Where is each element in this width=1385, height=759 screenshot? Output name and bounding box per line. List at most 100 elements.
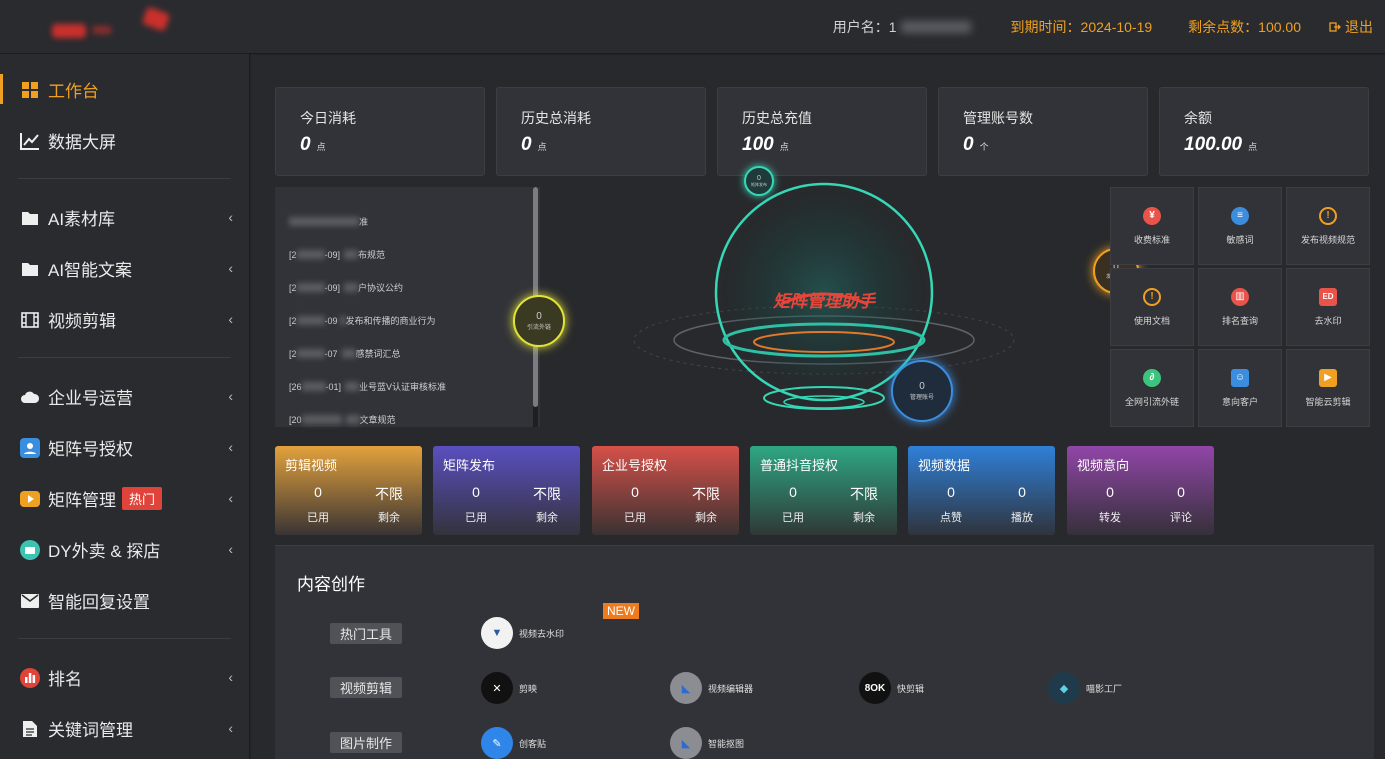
video-editor-icon: ◣	[670, 672, 702, 704]
sidebar-item-auto-reply[interactable]: 智能回复设置	[0, 575, 249, 626]
card-matrix-publish[interactable]: 矩阵发布 0 不限 已用 剩余	[433, 446, 580, 535]
rank-icon	[20, 667, 40, 688]
tag-video-editing: 视频剪辑	[330, 677, 402, 698]
notice-item[interactable]: [26 -01] 业号蓝V认证审核标准	[289, 380, 446, 393]
stat-card-accounts: 管理账号数 0个	[938, 87, 1148, 176]
cloud-icon	[20, 387, 40, 407]
hot-badge: 热门	[122, 487, 163, 510]
notice-item[interactable]: [2 -09 发布和传播的商业行为	[289, 314, 436, 327]
card-douyin-auth[interactable]: 普通抖音授权 0 不限 已用 剩余	[750, 446, 897, 535]
warning-icon: !	[1143, 287, 1161, 306]
sidebar-item-enterprise-ops[interactable]: 企业号运营 ‹	[0, 371, 249, 422]
expire-date: 到期时间：2024-10-19	[1010, 19, 1153, 35]
video-icon: ▶	[1319, 368, 1337, 387]
watermark-remover-icon: ▼	[481, 617, 513, 649]
kuaijianji-icon: 8OK	[859, 672, 891, 704]
sidebar-item-ai-copywriting[interactable]: AI智能文案 ‹	[0, 243, 249, 294]
customer-icon: ☺	[1231, 368, 1249, 387]
jianying-icon: ✕	[481, 672, 513, 704]
username-display: 用户名：1	[833, 17, 971, 37]
tool-watermark-remove[interactable]: ED 去水印	[1286, 268, 1370, 346]
tool-video-rules[interactable]: ! 发布视频规范	[1286, 187, 1370, 265]
chevron-left-icon: ‹	[228, 209, 233, 225]
card-video-intent[interactable]: 视频意向 00 转发 评论	[1067, 446, 1214, 535]
windows-icon	[20, 80, 40, 100]
tool-cloud-editing[interactable]: ▶ 智能云剪辑	[1286, 349, 1370, 427]
content-creation-panel: 内容创作 热门工具 ▼ 视频去水印 NEW 视频剪辑 ✕ 剪映 ◣ 视频编辑器 8OK…	[275, 545, 1374, 759]
tool-pricing[interactable]: ¥ 收费标准	[1110, 187, 1194, 265]
notice-item[interactable]: [2 -09] 布规范	[289, 248, 385, 261]
new-badge: NEW	[603, 603, 639, 619]
sidebar-item-keywords[interactable]: 关键词管理 ‹	[0, 703, 249, 754]
app-chuangketie[interactable]: ✎ 创客贴	[481, 727, 546, 759]
notice-item[interactable]: [20 文章规范	[289, 413, 396, 426]
chevron-left-icon: ‹	[228, 720, 233, 736]
chevron-left-icon: ‹	[228, 669, 233, 685]
warning-icon: !	[1319, 206, 1337, 225]
app-jianying[interactable]: ✕ 剪映	[481, 672, 537, 704]
logout-button[interactable]: 退出	[1329, 17, 1373, 37]
card-video-data[interactable]: 视频数据 00 点赞 播放	[908, 446, 1055, 535]
app-video-editor[interactable]: ◣ 视频编辑器	[670, 672, 753, 704]
sidebar-item-ai-library[interactable]: AI素材库 ‹	[0, 192, 249, 243]
sidebar-item-video-editing[interactable]: 视频剪辑 ‹	[0, 294, 249, 345]
app-watermark-remover[interactable]: ▼ 视频去水印	[481, 617, 564, 649]
section-heading: 内容创作	[297, 575, 365, 594]
sidebar-item-matrix-auth[interactable]: 矩阵号授权 ‹	[0, 422, 249, 473]
stat-card-today-usage: 今日消耗 0点	[275, 87, 485, 176]
film-icon	[20, 310, 40, 330]
hub-title: 矩阵管理助手	[773, 292, 875, 311]
card-enterprise-auth[interactable]: 企业号授权 0 不限 已用 剩余	[592, 446, 739, 535]
pricing-icon: ¥	[1143, 206, 1161, 225]
logo	[48, 6, 188, 44]
shop-icon	[20, 539, 40, 560]
notice-item[interactable]: 准	[289, 215, 368, 228]
rank-icon: ▥	[1231, 287, 1249, 306]
notice-list: 准 [2 -09] 布规范 [2 -09] 户协议公约 [2 -09 发布和传播的商业行为 …	[275, 187, 540, 427]
sidebar: 工作台 数据大屏 AI素材库 ‹ AI智能文案 ‹ 视频剪辑 ‹ 企业号运营 ‹…	[0, 54, 250, 759]
tool-sensitive-words[interactable]: ≡ 敏感词	[1198, 187, 1282, 265]
stat-card-balance: 余额 100.00 点	[1159, 87, 1369, 176]
chevron-left-icon: ‹	[228, 439, 233, 455]
chevron-left-icon: ‹	[228, 311, 233, 327]
tag-hot-tools: 热门工具	[330, 623, 402, 644]
chuangketie-icon: ✎	[481, 727, 513, 759]
notice-item[interactable]: [2 -09] 户协议公约	[289, 281, 403, 294]
smart-cutout-icon: ◣	[670, 727, 702, 759]
stat-card-total-recharge: 历史总充值 100 点	[717, 87, 927, 176]
main-area: 今日消耗 0点 历史总消耗 0点 历史总充值 100 点 管理账号数 0个 余额 …	[251, 55, 1385, 759]
sidebar-item-matrix-manage[interactable]: 矩阵管理 热门 ‹	[0, 473, 249, 524]
card-video-editing[interactable]: 剪辑视频 0 不限 已用 剩余	[275, 446, 422, 535]
link-icon: ∂	[1143, 368, 1161, 387]
document-icon	[20, 719, 40, 739]
tool-external-links[interactable]: ∂ 全网引流外链	[1110, 349, 1194, 427]
folder-icon	[20, 208, 40, 228]
notice-item[interactable]: [2 -07 感禁词汇总	[289, 347, 401, 360]
tool-docs[interactable]: ! 使用文档	[1110, 268, 1194, 346]
watermark-icon: ED	[1319, 287, 1337, 306]
chart-line-icon	[20, 131, 40, 151]
sidebar-item-dashboard[interactable]: 数据大屏	[0, 115, 249, 166]
ring-managed-accounts[interactable]: 0 管理账号	[891, 360, 953, 422]
ring-traffic-link[interactable]: 0 引流外链	[513, 295, 565, 347]
mail-icon	[20, 591, 40, 611]
sidebar-item-dy-takeout[interactable]: DY外卖 & 探店 ‹	[0, 524, 249, 575]
sidebar-item-workbench[interactable]: 工作台	[0, 64, 249, 115]
chevron-left-icon: ‹	[228, 490, 233, 506]
user-badge-icon	[20, 437, 40, 458]
ring-matrix-publish[interactable]: 0 矩阵发布	[744, 166, 774, 196]
top-bar: 用户名：1 到期时间：2024-10-19 剩余点数：100.00 退出	[0, 0, 1385, 54]
stat-card-total-usage: 历史总消耗 0点	[496, 87, 706, 176]
chevron-left-icon: ‹	[228, 388, 233, 404]
chevron-left-icon: ‹	[228, 541, 233, 557]
remaining-points: 剩余点数：100.00	[1188, 19, 1301, 35]
app-smart-cutout[interactable]: ◣ 智能抠图	[670, 727, 744, 759]
tool-intent-customers[interactable]: ☺ 意向客户	[1198, 349, 1282, 427]
sidebar-item-ranking[interactable]: 排名 ‹	[0, 652, 249, 703]
app-kuaijianji[interactable]: 8OK 快剪辑	[859, 672, 924, 704]
app-miaoying[interactable]: ◆ 喵影工厂	[1048, 672, 1122, 704]
tag-image-making: 图片制作	[330, 732, 402, 753]
tools-grid: ¥ 收费标准 ≡ 敏感词 ! 发布视频规范 ! 使用文档 ▥ 排名查询 ED 去水印 ∂ 全网…	[1110, 187, 1372, 430]
folder-icon	[20, 259, 40, 279]
tool-rank-query[interactable]: ▥ 排名查询	[1198, 268, 1282, 346]
